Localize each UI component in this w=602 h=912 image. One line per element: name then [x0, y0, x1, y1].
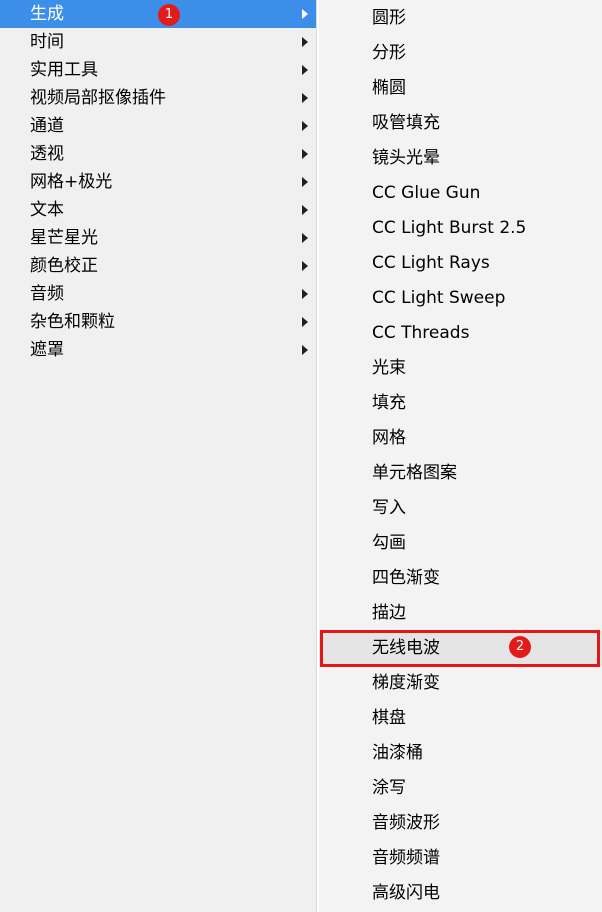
triangle-right-icon: [302, 37, 308, 47]
submenu-item-21[interactable]: 油漆桶: [319, 736, 602, 771]
menu-item-label: 时间: [30, 32, 64, 52]
submenu-item-15[interactable]: 勾画: [319, 526, 602, 561]
submenu-item-label: 镜头光晕: [372, 148, 440, 168]
menu-item-11[interactable]: 杂色和颗粒: [0, 308, 316, 336]
triangle-right-icon: [302, 93, 308, 103]
menu-item-label: 生成: [30, 4, 64, 24]
menu-item-label: 杂色和颗粒: [30, 312, 115, 332]
menu-item-label: 透视: [30, 144, 64, 164]
menu-item-label: 文本: [30, 200, 64, 220]
submenu-item-4[interactable]: 镜头光晕: [319, 141, 602, 176]
step-badge-1: 1: [158, 4, 180, 26]
submenu-item-9[interactable]: CC Threads: [319, 316, 602, 351]
submenu-item-label: 涂写: [372, 778, 406, 798]
submenu-item-0[interactable]: 圆形: [319, 1, 602, 36]
submenu-item-14[interactable]: 写入: [319, 491, 602, 526]
generate-submenu: 圆形分形椭圆吸管填充镜头光晕 CC Glue Gun CC Light Burst …: [319, 0, 602, 912]
effects-category-menu: 生成时间实用工具视频局部抠像插件 通道透视网格+极光文本星芒星光颜色校正音频杂色和…: [0, 0, 317, 912]
triangle-right-icon: [302, 317, 308, 327]
step-badge-2: 2: [509, 636, 531, 658]
submenu-item-10[interactable]: 光束: [319, 351, 602, 386]
triangle-right-icon: [302, 261, 308, 271]
submenu-item-23[interactable]: 音频波形: [319, 806, 602, 841]
submenu-item-label: 四色渐变: [372, 568, 440, 588]
submenu-item-17[interactable]: 描边: [319, 596, 602, 631]
submenu-item-label: 音频波形: [372, 813, 440, 833]
triangle-right-icon: [302, 205, 308, 215]
submenu-item-12[interactable]: 网格: [319, 421, 602, 456]
triangle-right-icon: [302, 345, 308, 355]
triangle-right-icon: [302, 233, 308, 243]
submenu-item-label: 音频频谱: [372, 848, 440, 868]
submenu-item-24[interactable]: 音频频谱: [319, 841, 602, 876]
submenu-item-label: 填充: [372, 393, 406, 413]
menu-item-label: 实用工具: [30, 60, 98, 80]
menu-item-9[interactable]: 颜色校正: [0, 252, 316, 280]
menu-item-label: 星芒星光: [30, 228, 98, 248]
submenu-item-label: 写入: [372, 498, 406, 518]
submenu-item-label: CC Light Rays: [372, 253, 490, 273]
submenu-item-5[interactable]: CC Glue Gun: [319, 176, 602, 211]
menu-item-2[interactable]: 实用工具: [0, 56, 316, 84]
submenu-item-label: 油漆桶: [372, 743, 423, 763]
triangle-right-icon: [302, 149, 308, 159]
submenu-item-label: 棋盘: [372, 708, 406, 728]
submenu-item-8[interactable]: CC Light Sweep: [319, 281, 602, 316]
menu-item-label: 视频局部抠像插件: [30, 88, 166, 108]
submenu-item-label: 光束: [372, 358, 406, 378]
menu-item-7[interactable]: 文本: [0, 196, 316, 224]
submenu-item-20[interactable]: 棋盘: [319, 701, 602, 736]
submenu-item-label: 吸管填充: [372, 113, 440, 133]
submenu-item-19[interactable]: 梯度渐变: [319, 666, 602, 701]
menu-item-8[interactable]: 星芒星光: [0, 224, 316, 252]
menu-item-3[interactable]: 视频局部抠像插件: [0, 84, 316, 112]
menu-item-1[interactable]: 时间: [0, 28, 316, 56]
submenu-item-11[interactable]: 填充: [319, 386, 602, 421]
menu-item-10[interactable]: 音频: [0, 280, 316, 308]
submenu-item-2[interactable]: 椭圆: [319, 71, 602, 106]
submenu-item-label: 高级闪电: [372, 883, 440, 903]
submenu-item-label: CC Glue Gun: [372, 183, 481, 203]
submenu-item-label: 椭圆: [372, 78, 406, 98]
submenu-item-label: CC Threads: [372, 323, 470, 343]
menu-item-4[interactable]: 通道: [0, 112, 316, 140]
triangle-right-icon: [302, 289, 308, 299]
submenu-item-label: CC Light Sweep: [372, 288, 506, 308]
menu-item-6[interactable]: 网格+极光: [0, 168, 316, 196]
submenu-item-13[interactable]: 单元格图案: [319, 456, 602, 491]
submenu-item-label: 勾画: [372, 533, 406, 553]
menu-item-label: 网格+极光: [30, 172, 113, 192]
triangle-right-icon: [302, 121, 308, 131]
submenu-item-3[interactable]: 吸管填充: [319, 106, 602, 141]
submenu-item-16[interactable]: 四色渐变: [319, 561, 602, 596]
submenu-item-7[interactable]: CC Light Rays: [319, 246, 602, 281]
triangle-right-icon: [302, 177, 308, 187]
triangle-right-icon: [302, 9, 308, 19]
submenu-item-1[interactable]: 分形: [319, 36, 602, 71]
submenu-item-25[interactable]: 高级闪电: [319, 876, 602, 911]
submenu-item-22[interactable]: 涂写: [319, 771, 602, 806]
submenu-item-6[interactable]: CC Light Burst 2.5: [319, 211, 602, 246]
menu-item-label: 遮罩: [30, 340, 64, 360]
submenu-item-label: 描边: [372, 603, 406, 623]
menu-item-label: 音频: [30, 284, 64, 304]
menu-item-label: 颜色校正: [30, 256, 98, 276]
submenu-item-label: 网格: [372, 428, 406, 448]
triangle-right-icon: [302, 65, 308, 75]
submenu-item-label: CC Light Burst 2.5: [372, 218, 527, 238]
menu-item-12[interactable]: 遮罩: [0, 336, 316, 364]
menu-item-label: 通道: [30, 116, 64, 136]
submenu-item-label: 梯度渐变: [372, 673, 440, 693]
submenu-item-label: 分形: [372, 43, 406, 63]
highlight-box: [320, 630, 600, 667]
menu-item-5[interactable]: 透视: [0, 140, 316, 168]
submenu-item-label: 单元格图案: [372, 463, 457, 483]
submenu-item-label: 圆形: [372, 8, 406, 28]
